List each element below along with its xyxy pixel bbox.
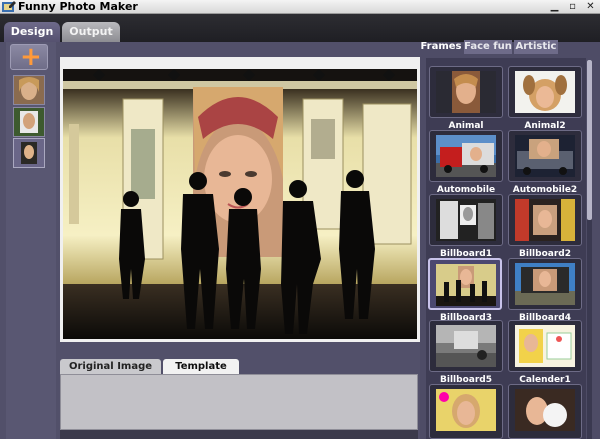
tab-original-image-edit[interactable]: Original Image Edit [60, 359, 161, 388]
source-thumbnail[interactable] [13, 75, 45, 105]
edit-panel [60, 374, 418, 430]
frame-tile-automobile2[interactable] [508, 130, 582, 182]
bottom-strip [60, 430, 418, 439]
frame-tile-animal2[interactable] [508, 66, 582, 118]
frame-preview [440, 201, 494, 239]
frame-tile-automobile[interactable] [429, 130, 503, 182]
maximize-button[interactable]: ▫ [566, 1, 579, 13]
frame-preview [439, 392, 480, 428]
source-thumbnail[interactable] [13, 107, 45, 137]
frame-preview [515, 199, 575, 241]
gallery-photo [63, 69, 417, 339]
frame-preview [515, 267, 575, 305]
tab-face-fun[interactable]: Face fun [464, 40, 512, 54]
preview-canvas[interactable] [63, 69, 417, 339]
frame-preview [452, 71, 480, 113]
frame-preview [436, 135, 496, 177]
add-photo-button[interactable]: + [10, 42, 48, 72]
frame-tile-billboard2[interactable] [508, 194, 582, 246]
frame-preview [436, 325, 496, 367]
tab-design[interactable]: Design [4, 22, 60, 42]
source-thumbnail-selected[interactable] [13, 138, 45, 168]
tab-template-edit[interactable]: Template Edit [163, 359, 239, 388]
frame-tile-billboard4[interactable] [508, 258, 582, 310]
minimize-button[interactable]: ▁ [548, 1, 561, 13]
portrait-icon [14, 108, 44, 136]
frame-tile-billboard1[interactable] [429, 194, 503, 246]
close-button[interactable]: ✕ [584, 1, 597, 13]
app-icon [2, 1, 16, 12]
frame-preview [436, 266, 496, 306]
portrait-icon [14, 139, 44, 167]
plus-icon: + [20, 42, 42, 72]
frame-tile[interactable] [429, 384, 503, 439]
frame-tile-calender1[interactable] [508, 320, 582, 372]
frame-preview [526, 397, 567, 427]
frame-tile-billboard3-selected[interactable] [428, 258, 502, 310]
frame-tile-animal[interactable] [429, 66, 503, 118]
frame-preview [519, 329, 572, 363]
portrait-icon [14, 76, 44, 104]
title-bar: Funny Photo Maker ▁ ▫ ✕ [0, 0, 600, 14]
frames-scroll-thumb[interactable] [587, 60, 592, 220]
tab-artistic[interactable]: Artistic [514, 40, 558, 54]
tab-output[interactable]: Output [62, 22, 120, 42]
window-title: Funny Photo Maker [18, 0, 138, 13]
frame-preview [523, 75, 567, 111]
tab-frames[interactable]: Frames [420, 40, 462, 54]
frame-tile[interactable] [508, 384, 582, 439]
frame-tile-billboard5[interactable] [429, 320, 503, 372]
frame-preview [517, 139, 573, 175]
